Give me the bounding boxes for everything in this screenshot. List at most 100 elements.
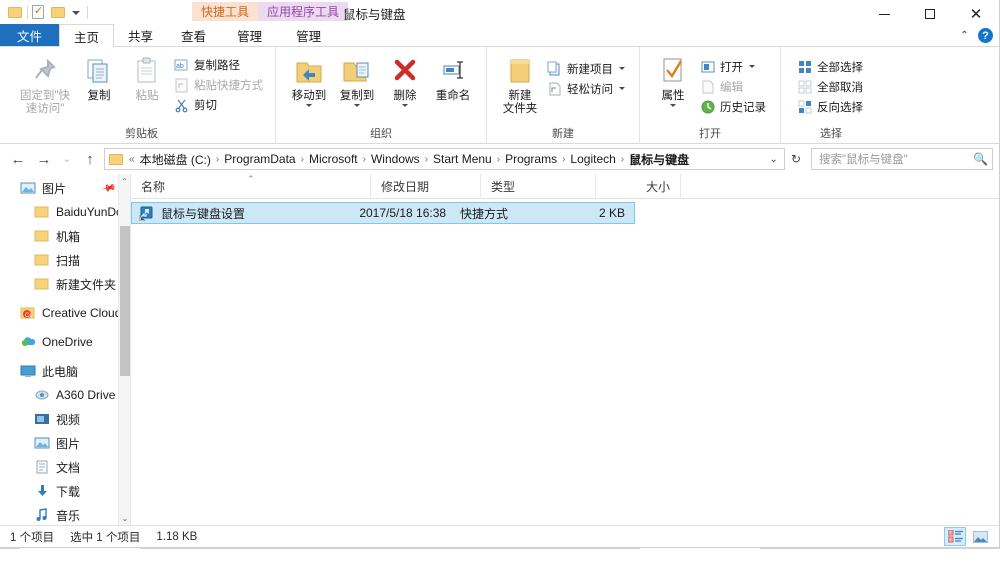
breadcrumb-item-6[interactable]: Logitech [568,152,617,166]
nav-item-onedrive[interactable]: OneDrive [0,330,130,354]
nav-item-pictures-quick[interactable]: 图片 📌 [0,176,130,200]
history-button[interactable]: 历史记录 [698,97,770,116]
history-label: 历史记录 [720,101,766,114]
folder-icon[interactable] [51,5,66,20]
new-folder-button[interactable]: 新建 文件夹 [497,51,543,116]
chevron-up-icon[interactable]: ⌃ [959,30,970,41]
nav-item-documents[interactable]: 文档 [0,455,130,479]
pictures-icon [20,180,36,196]
folder-icon [109,153,123,165]
column-header-size-label: 大小 [645,179,670,194]
edit-button[interactable]: 编辑 [698,77,770,96]
up-button[interactable]: ↑ [78,147,102,171]
forward-button[interactable]: → [32,147,56,171]
copy-path-label: 复制路径 [194,59,240,72]
chevron-down-icon-6[interactable] [670,104,676,107]
file-name: 鼠标与键盘设置 [161,206,246,221]
paste-button[interactable]: 粘贴 [124,51,170,103]
column-header-date[interactable]: 修改日期 [371,173,481,199]
nav-item-videos[interactable]: 视频 [0,407,130,431]
chevron-down-icon-2[interactable] [354,104,360,107]
breadcrumb-item-0[interactable]: 本地磁盘 (C:) [138,151,213,168]
nav-item-music[interactable]: 音乐 [0,503,130,525]
new-folder-icon[interactable] [8,5,23,20]
breadcrumb-item-4[interactable]: Start Menu [431,152,494,166]
refresh-button[interactable]: ↻ [787,152,805,166]
nav-item-new-folder[interactable]: 新建文件夹 [0,272,130,296]
tab-share[interactable]: 共享 [114,24,167,46]
details-view-button[interactable] [944,527,966,546]
chevron-down-icon-5[interactable] [619,87,625,90]
easy-access-button[interactable]: 轻松访问 [545,79,629,98]
address-bar[interactable]: « 本地磁盘 (C:) › ProgramData › Microsoft › … [104,148,785,170]
select-all-button[interactable]: 全部选择 [795,57,867,76]
breadcrumb-separator-3: › [424,153,429,165]
delete-button[interactable]: 删除 [382,51,428,107]
chevron-down-icon-3[interactable] [402,104,408,107]
properties-button[interactable]: 属性 [650,51,696,107]
screen: 快捷工具 应用程序工具 鼠标与键盘 ✕ 文件 主页 共享 查看 [0,0,1000,563]
paste-shortcut-button[interactable]: 粘贴快捷方式 [172,75,267,94]
edit-icon [700,79,716,95]
tab-manage-shortcut-tools[interactable]: 管理 [220,24,279,46]
copy-button[interactable]: 复制 [76,51,122,103]
open-button[interactable]: 打开 [698,57,770,76]
scrollbar-thumb[interactable] [120,226,130,376]
scroll-up-button[interactable]: ⌃ [119,174,130,188]
nav-item-this-pc[interactable]: 此电脑 [0,359,130,383]
column-header-name[interactable]: 名称 ⌃ [131,173,371,199]
title-bar: 快捷工具 应用程序工具 鼠标与键盘 ✕ [0,0,999,24]
chevron-down-icon-7[interactable] [749,65,755,68]
chevron-down-icon[interactable] [306,104,312,107]
copy-path-button[interactable]: ab 复制路径 [172,55,267,74]
ribbon-controls: ⌃ ? [959,24,993,47]
chevron-down-icon-address[interactable]: ⌄ [768,154,782,165]
chevron-down-icon-4[interactable] [619,67,625,70]
nav-item-creative-cloud[interactable]: Cc Creative Cloud F [0,301,130,325]
tab-view[interactable]: 查看 [167,24,220,46]
help-icon[interactable]: ? [978,28,993,43]
sort-ascending-icon: ⌃ [247,173,255,184]
nav-pane-scrollbar[interactable]: ⌃ ⌄ [118,174,130,525]
breadcrumb-item-1[interactable]: ProgramData [222,152,297,166]
move-to-button[interactable]: 移动到 [286,51,332,107]
column-header-size[interactable]: 大小 [596,173,681,199]
pin-to-quick-access-button[interactable]: 固定到"快 速访问" [16,51,74,116]
breadcrumb-item-3[interactable]: Windows [369,152,422,166]
quick-access-toolbar[interactable] [0,0,88,24]
tab-home[interactable]: 主页 [59,24,115,47]
nav-item-scan[interactable]: 扫描 [0,248,130,272]
invert-selection-button[interactable]: 反向选择 [795,97,867,116]
select-all-icon [797,59,813,75]
properties-icon[interactable] [32,4,47,20]
nav-item-baiduyundownload[interactable]: BaiduYunDown [0,200,130,224]
rename-button[interactable]: 重命名 [430,51,476,103]
tab-file[interactable]: 文件 [0,24,60,46]
tab-manage-application-tools[interactable]: 管理 [279,24,338,46]
breadcrumb-item-5[interactable]: Programs [503,152,559,166]
back-button[interactable]: ← [6,147,30,171]
search-input[interactable]: 搜索"鼠标与键盘" [819,151,973,167]
breadcrumb-item-2[interactable]: Microsoft [307,152,360,166]
group-title-clipboard: 剪贴板 [125,128,158,140]
table-row[interactable]: 鼠标与键盘设置 2017/5/18 16:38 快捷方式 2 KB [131,202,635,224]
scroll-down-button[interactable]: ⌄ [119,511,130,525]
nav-item-downloads[interactable]: 下载 [0,479,130,503]
nav-item-a360-drive[interactable]: A360 Drive [0,383,130,407]
pin-icon[interactable]: 📌 [100,180,117,196]
breadcrumb-item-7[interactable]: 鼠标与键盘 [627,151,691,168]
nav-item-pictures[interactable]: 图片 [0,431,130,455]
column-header-type[interactable]: 类型 [481,173,596,199]
copy-to-button[interactable]: 复制到 [334,51,380,107]
cut-button[interactable]: 剪切 [172,95,267,114]
customize-caret-icon[interactable] [70,6,83,19]
new-item-button[interactable]: 新建项目 [545,59,629,78]
nav-item-label: 新建文件夹 [56,277,117,292]
recent-locations-button[interactable]: ⌄ [58,147,76,171]
search-box[interactable]: 搜索"鼠标与键盘" 🔍 [811,148,993,170]
breadcrumb-overflow[interactable]: « [126,154,138,165]
nav-item-chassis[interactable]: 机箱 [0,224,130,248]
select-none-button[interactable]: 全部取消 [795,77,867,96]
large-icons-view-button[interactable] [969,527,991,546]
move-to-icon [293,55,325,87]
